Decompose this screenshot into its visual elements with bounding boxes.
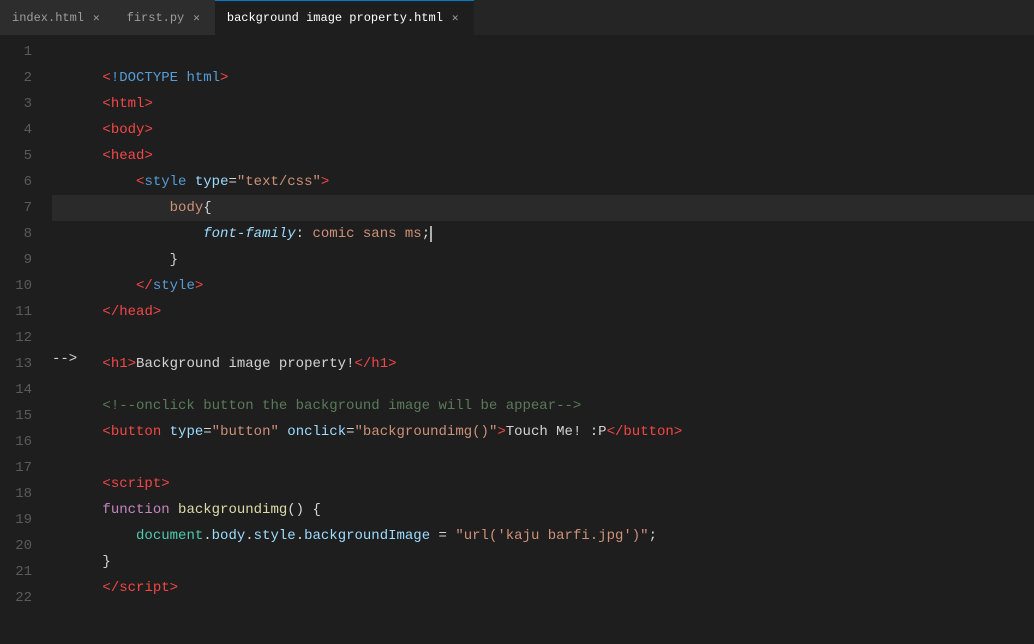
code-line-3: <body>: [52, 91, 1034, 117]
code-content[interactable]: <!DOCTYPE html> <html> <body> <head> <st…: [40, 35, 1034, 612]
code-line-4: <head>: [52, 117, 1034, 143]
line-number: 21: [8, 559, 32, 585]
code-line-12: <h1>Background image property!</h1>: [52, 325, 1034, 351]
line-number: 14: [8, 377, 32, 403]
code-line-21: [52, 575, 1034, 601]
tab-bar: index.html ✕ first.py ✕ background image…: [0, 0, 1034, 35]
line-number: 8: [8, 221, 32, 247]
tab-close-icon[interactable]: ✕: [449, 10, 462, 26]
tab-index-html[interactable]: index.html ✕: [0, 0, 115, 35]
line-number: 20: [8, 533, 32, 559]
line-number: 22: [8, 585, 32, 611]
line-number: 23: [8, 611, 32, 612]
line-number: 15: [8, 403, 32, 429]
line-number: 5: [8, 143, 32, 169]
line-number: 7: [8, 195, 32, 221]
line-number: 19: [8, 507, 32, 533]
line-number: 2: [8, 65, 32, 91]
line-number: 3: [8, 91, 32, 117]
code-line-22: </body>: [52, 601, 1034, 612]
tab-close-icon[interactable]: ✕: [90, 10, 103, 26]
tab-label: background image property.html: [227, 11, 443, 25]
code-line-17: function backgroundimg() {: [52, 471, 1034, 497]
code-line-5: <style type="text/css">: [52, 143, 1034, 169]
line-number: 12: [8, 325, 32, 351]
code-line-1: <!DOCTYPE html>: [52, 39, 1034, 65]
code-line-9: </style>: [52, 247, 1034, 273]
tab-label: first.py: [127, 11, 185, 25]
line-number: 13: [8, 351, 32, 377]
tab-close-icon[interactable]: ✕: [190, 10, 203, 26]
line-number: 1: [8, 39, 32, 65]
line-number: 11: [8, 299, 32, 325]
line-number: 6: [8, 169, 32, 195]
line-number: 4: [8, 117, 32, 143]
code-line-16: <script>: [52, 445, 1034, 471]
line-number: 16: [8, 429, 32, 455]
line-number: 17: [8, 455, 32, 481]
code-line-20: </script>: [52, 549, 1034, 575]
tab-first-py[interactable]: first.py ✕: [115, 0, 215, 35]
tab-label: index.html: [12, 11, 84, 25]
line-numbers: 1 2 3 4 5 6 7 8 9 10 11 12 13 14 15 16 1…: [0, 35, 40, 612]
code-line-11: [52, 299, 1034, 325]
line-number: 18: [8, 481, 32, 507]
editor-area: 1 2 3 4 5 6 7 8 9 10 11 12 13 14 15 16 1…: [0, 35, 1034, 612]
line-number: 10: [8, 273, 32, 299]
line-number: 9: [8, 247, 32, 273]
tab-background-html[interactable]: background image property.html ✕: [215, 0, 474, 35]
